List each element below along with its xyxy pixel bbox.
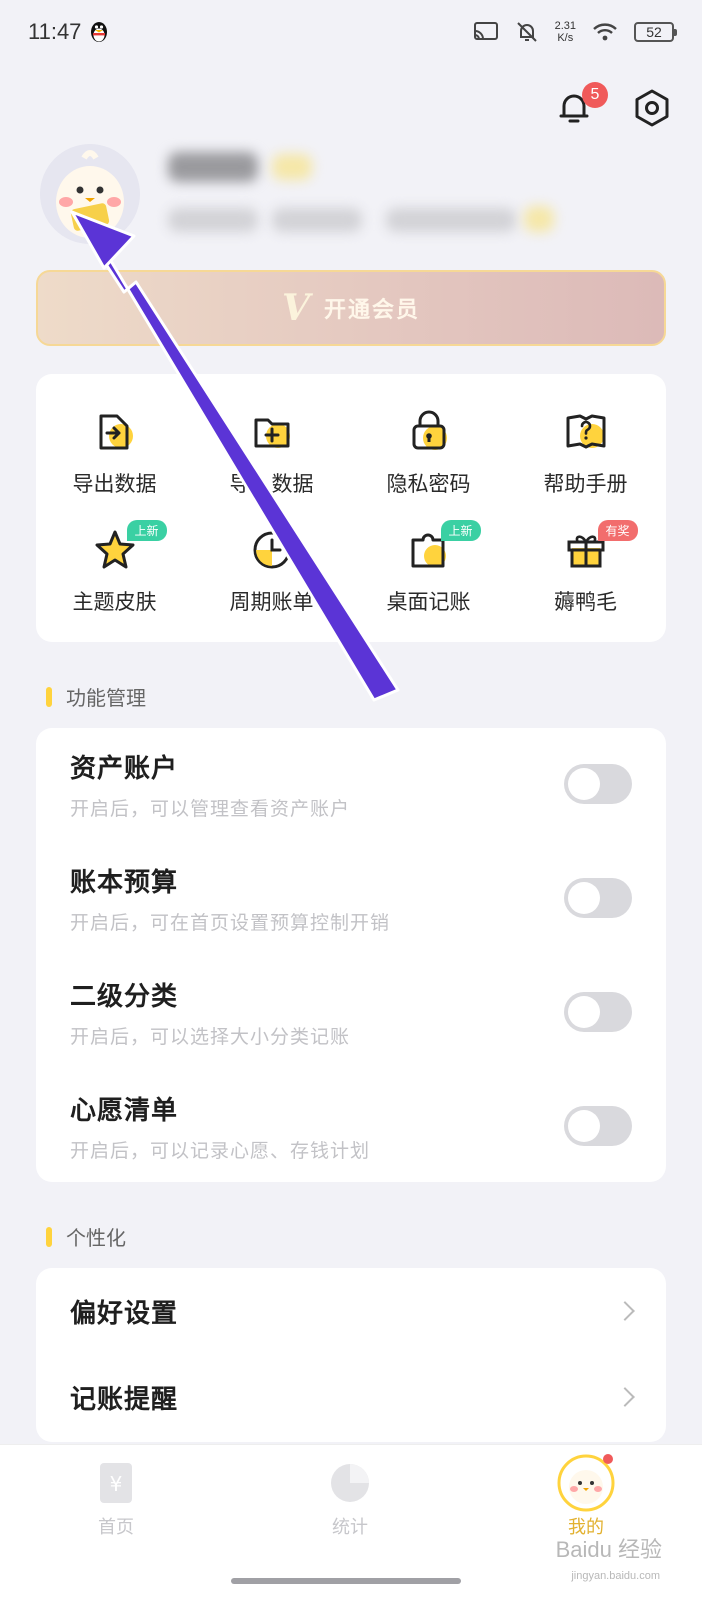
tool-import-data[interactable]: 导入数据 [193,374,350,496]
new-tag: 上新 [126,520,167,541]
clock-icon [250,528,294,572]
tool-label: 桌面记账 [386,590,471,614]
nav-label: 首页 [98,1517,134,1538]
toggle-knob [568,768,600,800]
feature-asset-account: 资产账户 开启后，可以管理查看资产账户 [70,728,632,842]
export-icon [93,410,137,454]
bill-icon: ¥ [100,1463,132,1503]
help-book-icon [564,410,608,454]
personalization-card: 偏好设置 记账提醒 [36,1268,666,1442]
avatar[interactable] [40,144,140,244]
top-actions: 5 [554,82,672,128]
reward-tag: 有奖 [597,520,638,541]
import-icon [250,410,294,454]
toggle-knob [568,882,600,914]
watermark-url: jingyan.baidu.com [571,1570,660,1582]
feature-budget: 账本预算 开启后，可在首页设置预算控制开销 [70,842,632,956]
cast-icon [473,22,498,40]
battery-indicator: 52 [634,22,677,42]
section-marker [46,686,52,707]
status-bar: 11:47 2.31 K/s 52 [0,0,702,64]
feature-subcategory: 二级分类 开启后，可以选择大小分类记账 [70,956,632,1070]
tool-desktop-bookkeeping[interactable]: 上新 桌面记账 [350,492,507,614]
chevron-right-icon [615,1387,635,1407]
reminder-row[interactable]: 记账提醒 [70,1354,635,1440]
feature-description: 开启后，可以管理查看资产账户 [70,798,351,820]
mute-bell-icon [516,22,537,42]
blurred-stats-1 [168,208,258,232]
qq-penguin-icon [91,22,108,42]
gift-icon: 有奖 [564,520,638,572]
star-icon: 上新 [93,520,167,572]
new-tag: 上新 [440,520,481,541]
tool-label: 周期账单 [229,590,314,614]
tool-label: 主题皮肤 [72,590,157,614]
feature-wishlist: 心愿清单 开启后，可以记录心愿、存钱计划 [70,1070,632,1184]
watermark: Baidu 经验 [555,1537,662,1562]
blurred-stats-2 [272,208,362,232]
tool-export-data[interactable]: 导出数据 [36,374,193,496]
feature-title: 资产账户 [70,754,179,784]
blurred-username [168,152,258,182]
pie-chart-icon [331,1464,369,1502]
svg-text:¥: ¥ [110,1472,123,1496]
tool-periodic-bill[interactable]: 周期账单 [193,492,350,614]
feature-title: 账本预算 [70,868,179,898]
subcategory-toggle[interactable] [564,992,632,1032]
feature-title: 二级分类 [70,982,179,1012]
wishlist-toggle[interactable] [564,1106,632,1146]
section-title-text: 个性化 [66,1226,126,1250]
budget-toggle[interactable] [564,878,632,918]
features-card: 资产账户 开启后，可以管理查看资产账户 账本预算 开启后，可在首页设置预算控制开… [36,728,666,1182]
tool-rewards[interactable]: 有奖 薅鸭毛 [507,492,664,614]
settings-gear-icon[interactable] [632,88,672,128]
notification-button[interactable]: 5 [554,82,608,128]
asset-account-toggle[interactable] [564,764,632,804]
feature-description: 开启后，可以选择大小分类记账 [70,1026,351,1048]
tool-privacy-password[interactable]: 隐私密码 [350,374,507,496]
status-time: 11:47 [28,19,82,44]
duck-avatar-icon [40,144,140,244]
feature-description: 开启后，可以记录心愿、存钱计划 [70,1140,371,1162]
tool-label: 薅鸭毛 [554,590,617,614]
avatar-icon [557,1454,615,1512]
blurred-stats-4 [524,206,554,232]
toggle-knob [568,996,600,1028]
profile-header[interactable] [40,140,662,260]
nav-home[interactable]: ¥ 首页 [56,1461,176,1539]
vip-label: 开通会员 [323,298,420,323]
wifi-icon [593,23,617,41]
widget-icon: 上新 [407,520,481,572]
section-title-text: 功能管理 [66,686,146,710]
toggle-knob [568,1110,600,1142]
feature-description: 开启后，可在首页设置预算控制开销 [70,912,391,934]
tool-help-manual[interactable]: 帮助手册 [507,374,664,496]
vip-membership-banner[interactable]: V 开通会员 [36,270,666,346]
preferences-row[interactable]: 偏好设置 [70,1268,635,1354]
network-speed-unit: K/s [557,32,574,44]
nav-mine[interactable]: 我的 [526,1453,646,1539]
section-title-personalization: 个性化 [46,1222,126,1251]
section-title-features: 功能管理 [46,682,146,711]
section-marker [46,1226,52,1247]
nav-statistics[interactable]: 统计 [290,1461,410,1539]
network-speed-value: 2.31 [554,20,576,32]
row-label: 偏好设置 [70,1298,179,1329]
row-label: 记账提醒 [70,1384,179,1415]
chevron-right-icon [615,1301,635,1321]
home-indicator[interactable] [231,1578,461,1584]
blurred-level-badge [272,154,312,180]
notification-badge: 5 [582,82,608,108]
nav-label: 统计 [332,1517,368,1538]
blurred-stats-3 [386,208,516,232]
lock-icon [407,410,451,454]
vip-v-icon: V [282,287,310,329]
tool-theme-skin[interactable]: 上新 主题皮肤 [36,492,193,614]
network-speed: 2.31 K/s [555,20,576,44]
tools-card: 导出数据 导入数据 隐私密码 帮助手册 上新 主题皮肤 周期账单 上新 桌面记账… [36,374,666,642]
feature-title: 心愿清单 [70,1096,179,1126]
